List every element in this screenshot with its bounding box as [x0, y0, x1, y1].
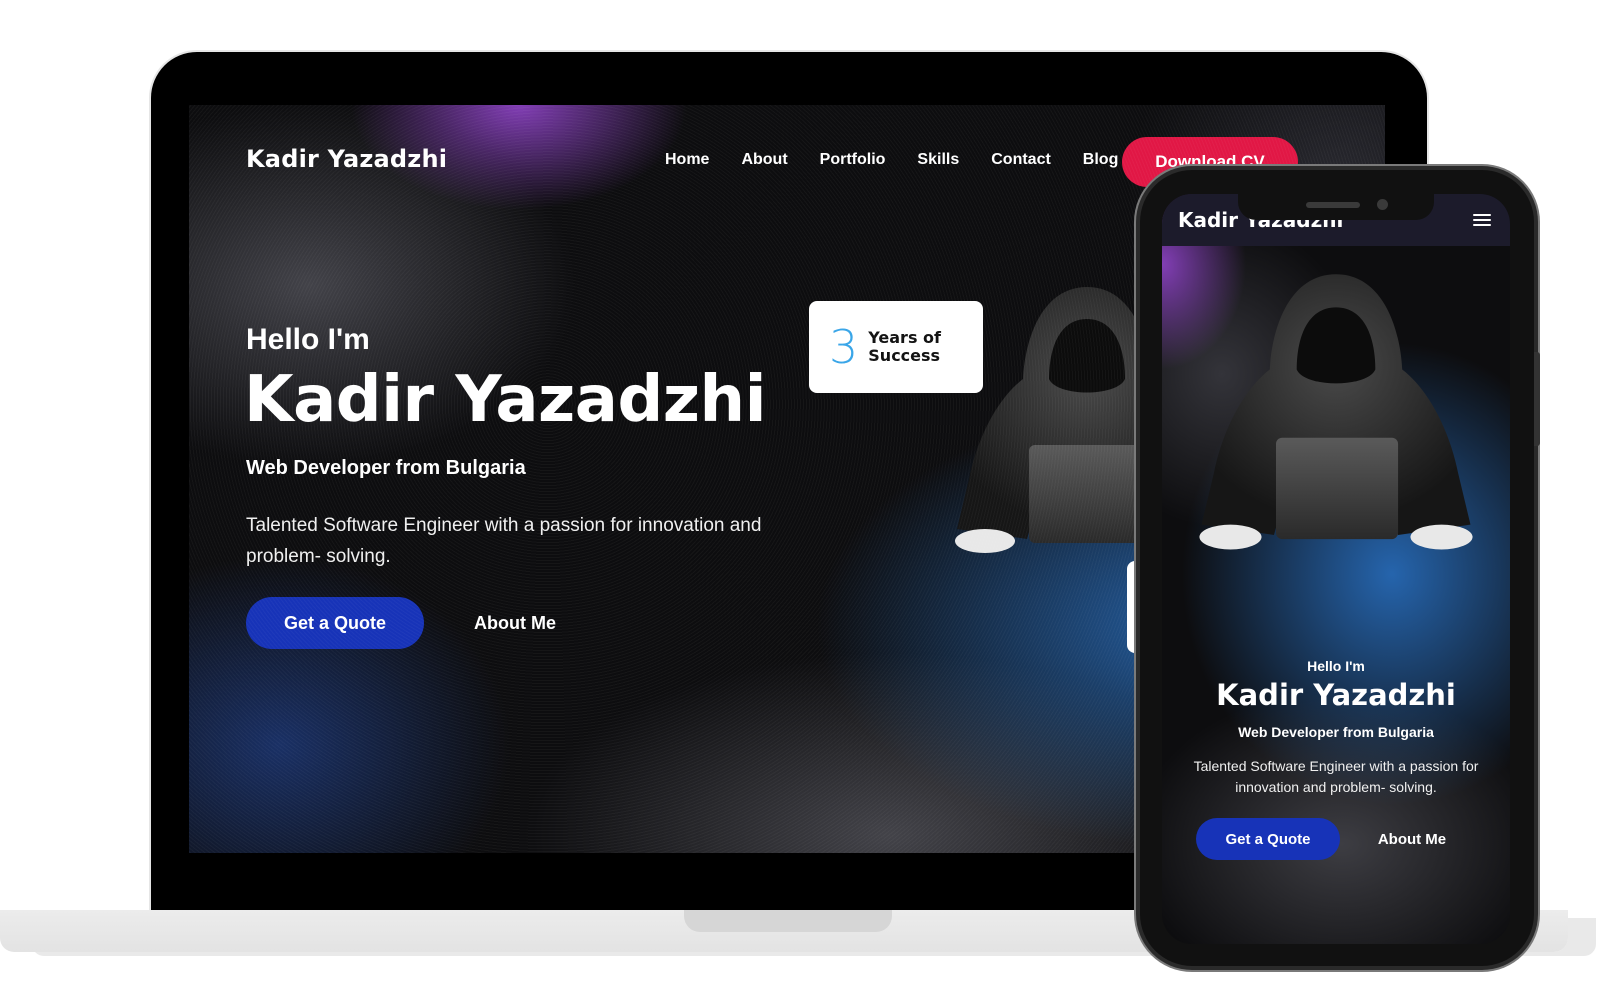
mobile-hero-name: Kadir Yazadzhi	[1216, 678, 1456, 712]
laptop-hinge-notch	[684, 910, 892, 932]
mobile-hero-subtitle: Web Developer from Bulgaria	[1238, 724, 1434, 740]
nav-contact[interactable]: Contact	[991, 151, 1051, 169]
mobile-hero-description: Talented Software Engineer with a passio…	[1193, 758, 1479, 795]
nav-portfolio[interactable]: Portfolio	[820, 151, 886, 169]
about-me-button[interactable]: About Me	[451, 597, 579, 649]
hero-greeting: Hello I'm	[246, 323, 370, 356]
phone-camera	[1377, 199, 1388, 210]
get-quote-button[interactable]: Get a Quote	[246, 597, 424, 649]
mobile-hooded-figure-image	[1199, 274, 1473, 550]
nav-about[interactable]: About	[741, 151, 787, 169]
main-nav: Home About Portfolio Skills Contact Blog	[665, 151, 1118, 169]
stat-number: 3	[829, 320, 859, 374]
hero-description: Talented Software Engineer with a passio…	[246, 515, 762, 567]
phone-speaker	[1306, 202, 1360, 208]
mobile-get-quote-button[interactable]: Get a Quote	[1196, 818, 1340, 860]
hamburger-menu-icon[interactable]	[1473, 214, 1491, 228]
hero-name: Kadir Yazadzhi	[244, 363, 767, 437]
phone-side-button	[1534, 352, 1540, 446]
mobile-hero-greeting: Hello I'm	[1307, 658, 1365, 674]
site-logo[interactable]: Kadir Yazadzhi	[246, 145, 447, 173]
mobile-about-me-button[interactable]: About Me	[1362, 818, 1462, 860]
hero-subtitle: Web Developer from Bulgaria	[246, 457, 526, 479]
nav-home[interactable]: Home	[665, 151, 709, 169]
nav-blog[interactable]: Blog	[1083, 151, 1119, 169]
mobile-screen: Kadir Yazadzhi Hello I'm Kadir Yazadzhi …	[1162, 194, 1510, 944]
nav-skills[interactable]: Skills	[917, 151, 959, 169]
